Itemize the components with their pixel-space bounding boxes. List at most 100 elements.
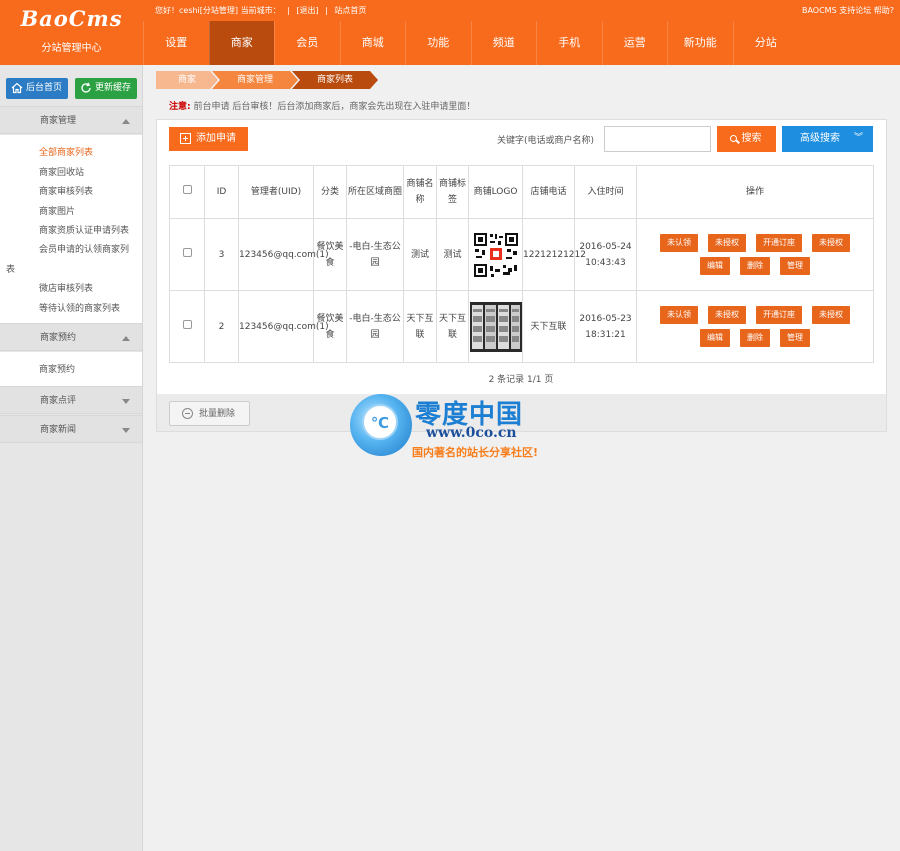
breadcrumb-label: 商家 xyxy=(177,75,196,85)
sidebar-item-all-merchants[interactable]: 全部商家列表 xyxy=(39,145,93,158)
bulk-delete-button[interactable]: 批量删除 xyxy=(169,401,250,426)
add-application-button[interactable]: 添加申请 xyxy=(169,127,248,151)
cell-tag: 天下互联 xyxy=(436,290,469,363)
cell-manager: 123456@qq.com(1) xyxy=(238,290,329,363)
minus-circle-icon xyxy=(182,408,193,419)
enable-booking-button[interactable]: 开通订座 xyxy=(756,306,802,324)
search-icon xyxy=(730,135,737,142)
nav-item-4[interactable]: 功能 xyxy=(405,21,471,65)
double-chevron-down-icon: ︾ xyxy=(853,133,863,143)
unauthorized-button[interactable]: 未授权 xyxy=(708,234,746,252)
cell-name: 测试 xyxy=(403,218,437,291)
site-home-link[interactable]: 站点首页 xyxy=(334,6,366,15)
select-all-checkbox[interactable] xyxy=(182,185,192,194)
unclaimed-button[interactable]: 未认领 xyxy=(660,234,698,252)
logout-link[interactable]: [退出] xyxy=(296,6,318,15)
sidebar-group-merchant[interactable]: 商家管理 xyxy=(0,106,142,134)
sidebar-item-claim-apply[interactable]: 会员申请的认领商家列 xyxy=(39,242,129,255)
col-header-id: ID xyxy=(204,165,239,219)
notice-text: 前台申请 后台审核！后台添加商家后，商家会先出现在入驻申请里面！ xyxy=(193,102,476,112)
notice-label: 注意: xyxy=(169,102,191,112)
nav-item-5[interactable]: 频道 xyxy=(470,21,537,65)
sidebar-submenu-merchant: 全部商家列表 商家回收站 商家审核列表 商家图片 商家资质认证申请列表 会员申请… xyxy=(0,135,142,323)
unclaimed-button[interactable]: 未认领 xyxy=(660,306,698,324)
nav-item-9[interactable]: 分站 xyxy=(732,21,799,65)
pagination-info: 2 条记录 1/1 页 xyxy=(488,375,554,385)
breadcrumb-item-merchant-list: 商家列表 xyxy=(292,71,378,89)
unauthorized-button[interactable]: 未授权 xyxy=(708,306,746,324)
help-link[interactable]: 帮助? xyxy=(874,6,894,15)
edit-button[interactable]: 编辑 xyxy=(700,329,730,347)
manage-button[interactable]: 管理 xyxy=(780,329,810,347)
breadcrumb-label: 商家管理 xyxy=(236,75,273,85)
search-label: 搜索 xyxy=(741,133,762,144)
add-application-label: 添加申请 xyxy=(196,133,236,144)
breadcrumb-item-merchant[interactable]: 商家 xyxy=(156,71,218,89)
advanced-search-button[interactable]: 高级搜索 ︾ xyxy=(782,126,873,152)
nav-item-6[interactable]: 手机 xyxy=(536,21,602,65)
support-link[interactable]: BAOCMS 支持论坛 xyxy=(802,6,871,15)
col-header-time: 入住时间 xyxy=(574,165,637,219)
unauthorized-button-2[interactable]: 未授权 xyxy=(812,306,850,324)
nav-item-1[interactable]: 商家 xyxy=(208,21,274,65)
row-checkbox[interactable] xyxy=(182,319,192,329)
sidebar-group-label: 商家管理 xyxy=(40,116,77,126)
delete-button[interactable]: 删除 xyxy=(740,329,770,347)
unauthorized-button-2[interactable]: 未授权 xyxy=(812,234,850,252)
sidebar-item-booking[interactable]: 商家预约 xyxy=(39,362,75,375)
logo[interactable]: BaoCms 分站管理中心 xyxy=(0,0,143,65)
home-button-label: 后台首页 xyxy=(26,83,63,93)
separator: | xyxy=(287,6,290,15)
chevron-up-icon xyxy=(122,119,130,124)
qr-code-image[interactable] xyxy=(472,231,519,278)
col-header-tag: 商铺标签 xyxy=(436,165,469,219)
sidebar-item-images[interactable]: 商家图片 xyxy=(39,204,75,217)
merchant-table: ID 管理者(UID) 分类 所在区域商圈 商铺名称 商铺标签 商铺LOGO 店… xyxy=(169,165,874,363)
sidebar-group-booking[interactable]: 商家预约 xyxy=(0,323,142,351)
sidebar-submenu-booking: 商家预约 xyxy=(0,352,142,386)
sidebar-item-audit[interactable]: 商家审核列表 xyxy=(39,184,93,197)
edit-button[interactable]: 编辑 xyxy=(700,257,730,275)
breadcrumb-item-merchant-manage[interactable]: 商家管理 xyxy=(212,71,298,89)
delete-button[interactable]: 删除 xyxy=(740,257,770,275)
top-info: 您好！ceshi[分站管理] 当前城市： | [退出] | 站点首页 xyxy=(155,5,370,16)
sidebar-item-weidian-audit[interactable]: 微店审核列表 xyxy=(39,281,93,294)
keyword-input[interactable] xyxy=(604,126,711,152)
home-icon xyxy=(11,82,23,94)
sidebar-item-recycle[interactable]: 商家回收站 xyxy=(39,165,84,178)
nav-item-7[interactable]: 运营 xyxy=(601,21,668,65)
manage-button[interactable]: 管理 xyxy=(780,257,810,275)
sidebar-group-news[interactable]: 商家新闻 xyxy=(0,415,142,443)
nav-item-3[interactable]: 商城 xyxy=(339,21,406,65)
top-right-links: BAOCMS 支持论坛 帮助? xyxy=(802,5,894,16)
keyword-label: 关键字(电话或商户名称) xyxy=(497,136,595,146)
shop-screenshot-image[interactable] xyxy=(469,301,522,352)
search-button[interactable]: 搜索 xyxy=(717,126,776,152)
chevron-down-icon xyxy=(122,428,130,433)
row-select-cell xyxy=(169,290,205,363)
cell-name: 天下互联 xyxy=(403,290,437,363)
sidebar-group-label: 商家新闻 xyxy=(40,425,77,435)
cell-manager: 123456@qq.com(1) xyxy=(238,218,329,291)
home-button[interactable]: 后台首页 xyxy=(6,78,68,99)
col-header-name: 商铺名称 xyxy=(403,165,437,219)
sidebar-group-reviews[interactable]: 商家点评 xyxy=(0,386,142,414)
sidebar-item-claim-apply-wrap[interactable]: 表 xyxy=(6,262,15,275)
row-checkbox[interactable] xyxy=(182,247,192,257)
cell-logo xyxy=(468,218,523,291)
nav-item-2[interactable]: 会员 xyxy=(274,21,340,65)
bulk-delete-label: 批量删除 xyxy=(199,409,236,419)
watermark: ℃ 零度中国 www.0co.cn 国内著名的站长分享社区! xyxy=(348,392,558,462)
nav-item-0[interactable]: 设置 xyxy=(143,21,209,65)
col-header-category: 分类 xyxy=(313,165,347,219)
logo-text: BaoCms xyxy=(20,6,123,31)
update-cache-button[interactable]: 更新缓存 xyxy=(75,78,137,99)
enable-booking-button[interactable]: 开通订座 xyxy=(756,234,802,252)
nav-item-8[interactable]: 新功能 xyxy=(667,21,733,65)
cell-area: -电白-生态公园 xyxy=(346,218,404,291)
watermark-logo-icon: ℃ xyxy=(350,394,412,456)
plus-icon xyxy=(180,133,191,144)
sidebar-item-qualification[interactable]: 商家资质认证申请列表 xyxy=(39,223,129,236)
sidebar-item-waiting-claim[interactable]: 等待认领的商家列表 xyxy=(39,301,120,314)
select-all-cell xyxy=(169,165,205,219)
